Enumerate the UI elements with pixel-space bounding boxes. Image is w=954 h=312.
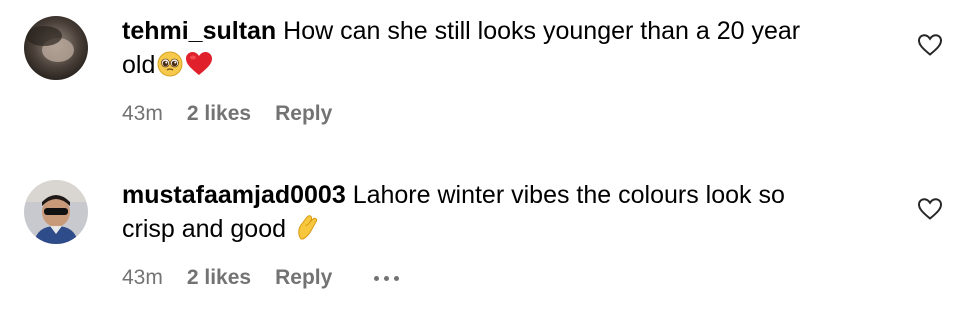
- heart-outline-icon: [917, 34, 943, 56]
- reply-button[interactable]: Reply: [275, 266, 332, 290]
- more-dot: [384, 275, 390, 281]
- like-comment-button[interactable]: [917, 33, 943, 57]
- likes-count-button[interactable]: 2 likes: [187, 266, 251, 290]
- comment-timestamp: 43m: [122, 266, 163, 289]
- comment-text-line2: old: [122, 51, 156, 79]
- comment-text: mustafaamjad0003 Lahore winter vibes the…: [122, 178, 862, 250]
- avatar[interactable]: [24, 16, 88, 80]
- avatar[interactable]: [24, 180, 88, 244]
- comment-item: tehmi_sultan How can she still looks you…: [0, 0, 954, 150]
- more-options-icon[interactable]: [374, 268, 400, 288]
- avatar-image: [24, 16, 88, 80]
- comment-username[interactable]: mustafaamjad0003: [122, 181, 346, 209]
- comment-item: mustafaamjad0003 Lahore winter vibes the…: [0, 164, 954, 312]
- reply-button[interactable]: Reply: [275, 102, 332, 126]
- comment-text-line1: Lahore winter vibes the colours look so: [352, 181, 785, 209]
- like-comment-button[interactable]: [917, 197, 943, 221]
- comment-meta: 43m 2 likes Reply: [122, 99, 332, 129]
- more-dot: [394, 275, 400, 281]
- heart-outline-icon: [917, 198, 943, 220]
- comment-username[interactable]: tehmi_sultan: [122, 17, 276, 45]
- red-heart-emoji: [185, 51, 213, 86]
- comment-text-line2: crisp and good: [122, 215, 287, 243]
- avatar-image: [24, 180, 88, 244]
- likes-count-button[interactable]: 2 likes: [187, 102, 251, 126]
- more-dot: [374, 275, 380, 281]
- comment-timestamp: 43m: [122, 102, 163, 125]
- comment-text: tehmi_sultan How can she still looks you…: [122, 14, 862, 86]
- pinching-hand-emoji: [295, 213, 321, 250]
- comment-text-line1: How can she still looks younger than a 2…: [283, 17, 801, 45]
- pleading-face-emoji: [157, 51, 183, 86]
- comment-meta: 43m 2 likes Reply: [122, 263, 400, 293]
